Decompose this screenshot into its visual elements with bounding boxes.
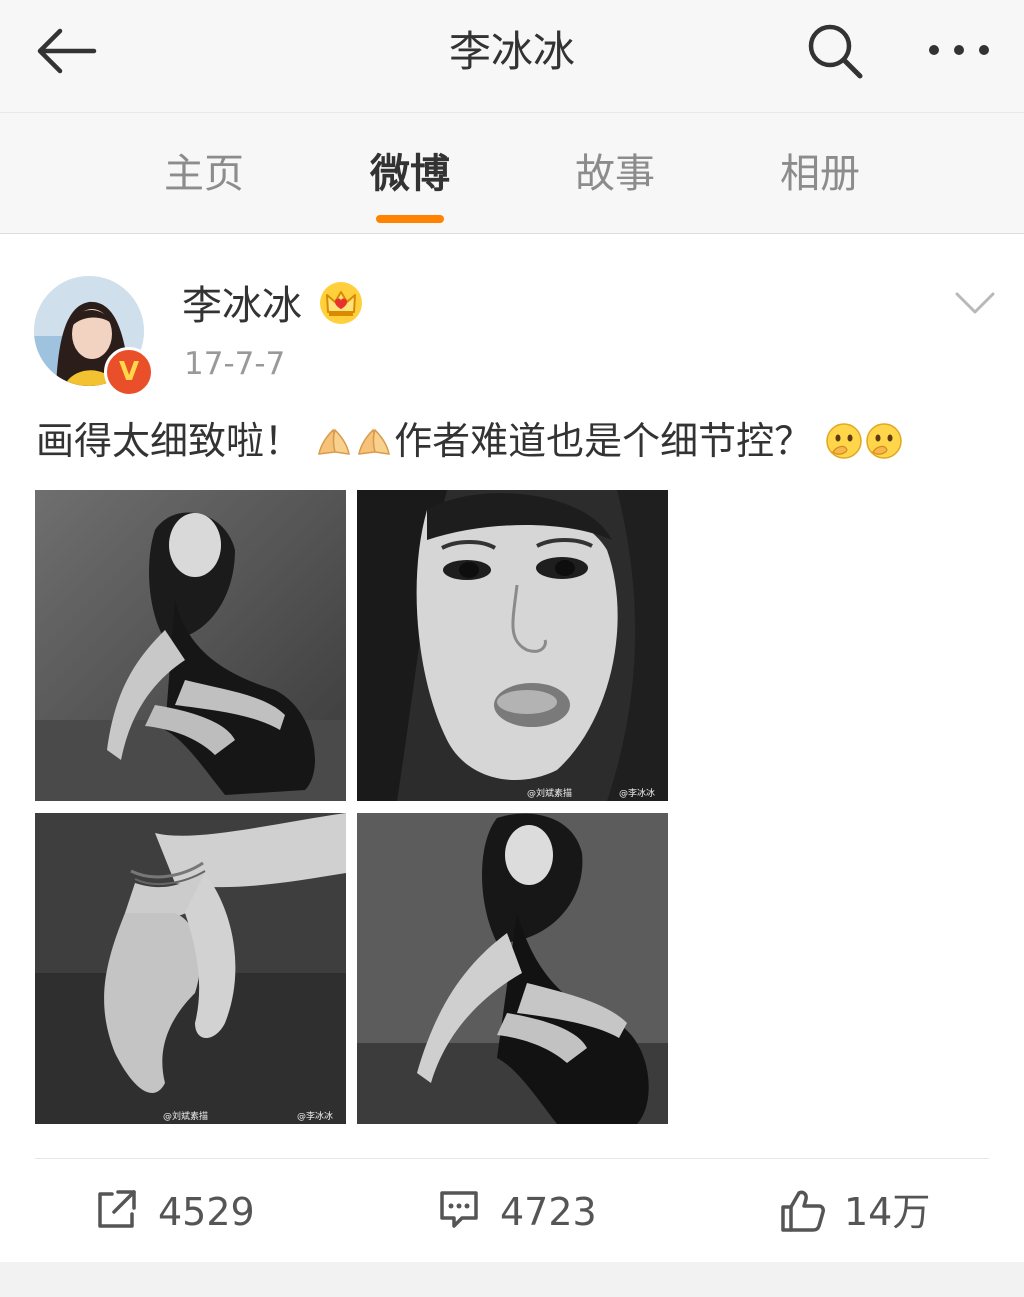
tab-weibo[interactable]: 微博 [340,149,480,199]
face-closeup-photo: @刘斌素描 @李冰冰 [357,490,668,801]
hands-emoji-icon [358,428,391,455]
post-text-part2: 作者难道也是个细节控？ [394,419,813,463]
watermark-account: @李冰冰 [297,1110,333,1122]
thinking-emoji-icon [826,423,862,459]
active-tab-indicator [376,215,444,223]
thinking-emoji-icon [866,423,902,459]
like-count: 14万 [844,1190,931,1234]
top-bar: 李冰冰 [0,0,1024,113]
verified-badge: V [104,347,154,397]
repost-icon [98,1190,136,1228]
watermark-account: @李冰冰 [619,787,655,799]
tab-home[interactable]: 主页 [134,149,274,199]
post-time: 17-7-7 [184,346,286,382]
tab-albums[interactable]: 相册 [750,149,890,199]
woman-crouching-photo [35,490,346,801]
comment-button[interactable]: 4723 [438,1182,608,1242]
post-photo-4[interactable] [357,813,668,1124]
post-text-part1: 画得太细致啦！ [36,419,303,463]
profile-tabs: 主页 微博 故事 相册 [0,113,1024,234]
post-photo-1[interactable] [35,490,346,801]
post-photo-2[interactable]: @刘斌素描 @李冰冰 [357,490,668,801]
watermark-author: @刘斌素描 [527,787,572,799]
like-button[interactable]: 14万 [780,1182,950,1242]
thumbs-up-icon [781,1190,825,1232]
search-icon[interactable] [806,22,864,80]
hands-closeup-photo: @刘斌素描 @李冰冰 [35,813,346,1124]
hands-emoji-icon [318,428,351,455]
chevron-down-icon[interactable] [954,290,996,316]
watermark-author: @刘斌素描 [163,1110,208,1122]
bottom-strip [0,1262,1024,1297]
more-dots-icon[interactable] [926,40,992,60]
divider [35,1158,989,1159]
post-username[interactable]: 李冰冰 [182,280,302,332]
post-text: 画得太细致啦！ 作者难道也是个细节控？ [36,414,904,468]
repost-button[interactable]: 4529 [96,1182,266,1242]
page-title: 李冰冰 [448,27,575,76]
crown-icon[interactable] [318,280,364,326]
tab-stories[interactable]: 故事 [545,149,685,199]
repost-count: 4529 [158,1190,255,1234]
comment-icon [440,1191,478,1228]
comment-count: 4723 [500,1190,597,1234]
woman-crouching-photo-2 [357,813,668,1124]
post-photo-3[interactable]: @刘斌素描 @李冰冰 [35,813,346,1124]
